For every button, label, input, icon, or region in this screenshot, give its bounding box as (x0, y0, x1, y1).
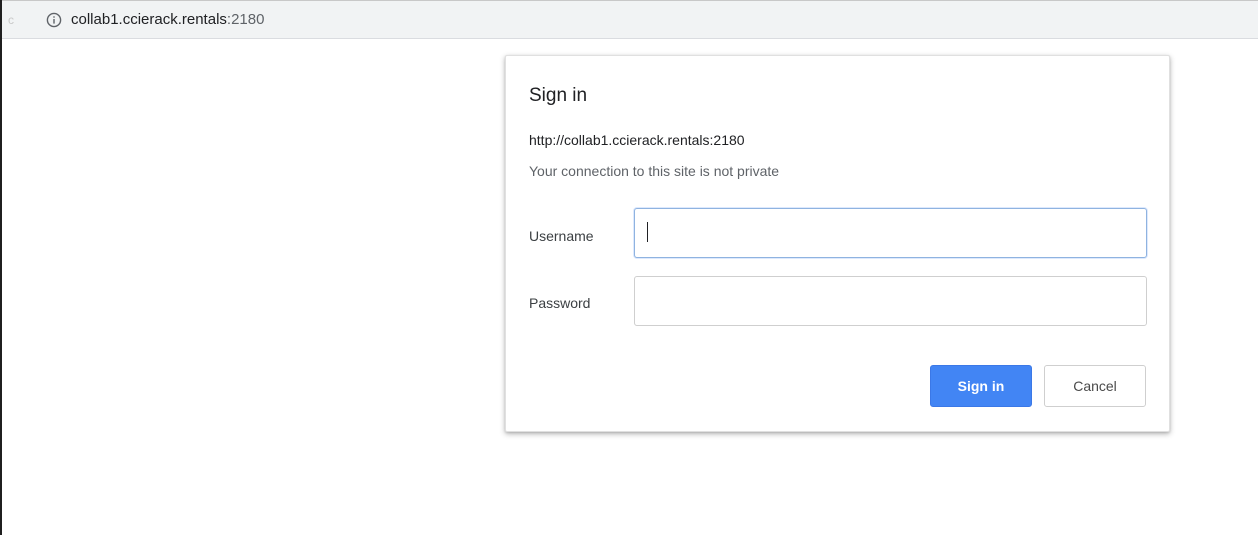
cancel-button[interactable]: Cancel (1044, 365, 1146, 407)
sign-in-button[interactable]: Sign in (930, 365, 1032, 407)
browser-window: c collab1.ccierack.rentals:2180 Sign in … (0, 0, 1258, 535)
url-host: collab1.ccierack.rentals (71, 11, 227, 28)
username-label: Username (529, 228, 594, 244)
reload-button-fragment[interactable]: c (8, 13, 16, 27)
dialog-title: Sign in (529, 85, 588, 106)
username-field[interactable] (634, 208, 1147, 258)
text-cursor (647, 222, 648, 242)
connection-warning: Your connection to this site is not priv… (529, 163, 780, 179)
password-field[interactable] (634, 276, 1147, 326)
password-label: Password (529, 295, 591, 311)
address-bar[interactable]: c collab1.ccierack.rentals:2180 (2, 0, 1258, 39)
sign-in-dialog: Sign in http://collab1.ccierack.rentals:… (505, 55, 1170, 432)
url-port: :2180 (226, 11, 265, 28)
info-circle-icon[interactable] (46, 12, 62, 28)
dialog-origin-url: http://collab1.ccierack.rentals:2180 (529, 132, 745, 148)
url-text[interactable]: collab1.ccierack.rentals:2180 (71, 11, 264, 29)
